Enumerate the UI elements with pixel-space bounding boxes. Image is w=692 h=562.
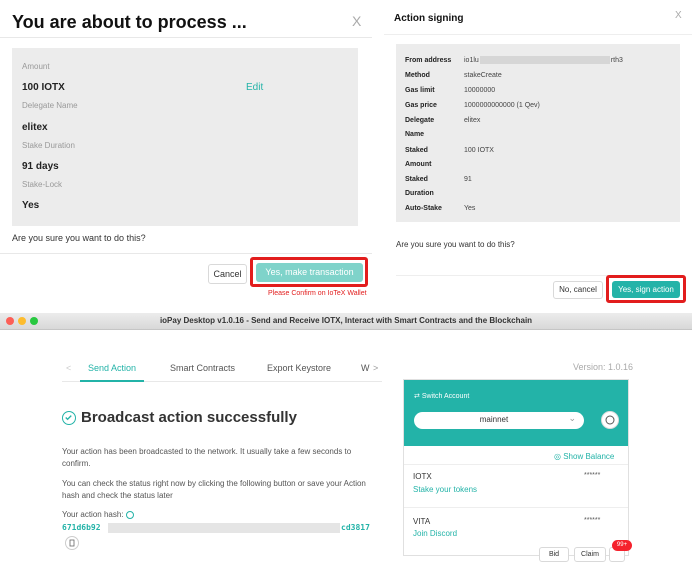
switch-account-link[interactable]: ⇄ Switch Account [414,392,469,400]
token-balance: ****** [584,517,601,524]
no-cancel-button[interactable]: No, cancel [553,281,603,299]
amount-value: 100 IOTX [22,82,65,93]
window-titlebar: ioPay Desktop v1.0.16 - Send and Receive… [0,313,692,330]
action-hash-prefix[interactable]: 671d6b92 [62,523,101,532]
duration-value: 91 days [22,161,59,172]
tab-prev-icon[interactable]: < [66,363,71,373]
delegate-value: elitex [22,122,48,133]
gas-limit-key: Gas limit [405,87,435,94]
duration-label: Stake Duration [22,141,75,150]
join-discord-link[interactable]: Join Discord [413,529,457,538]
wallet-panel: ⇄ Switch Account mainnet ⌄ ◎ Show Balanc… [403,379,629,562]
network-select[interactable]: mainnet ⌄ [414,412,584,429]
switch-account-label: Switch Account [421,393,470,400]
from-address-key: From address [405,57,452,64]
hash-check-icon [125,510,134,519]
divider [404,464,628,465]
refresh-icon[interactable] [601,411,619,429]
delegate-value: elitex [464,117,481,124]
hash-label-text: Your action hash: [62,510,124,519]
tab-next-icon[interactable]: > [373,363,378,373]
auto-stake-value: Yes [464,205,476,212]
auto-stake-key: Auto-Stake [405,205,442,212]
tab-bar: < Send Action Smart Contracts Export Key… [62,358,382,380]
claim-button[interactable]: Claim [574,547,606,562]
version-label: Version: 1.0.16 [573,362,634,372]
chevron-down-icon: ⌄ [568,413,576,423]
success-check-icon [62,411,76,425]
close-icon[interactable]: X [675,10,682,21]
method-value: stakeCreate [464,72,502,79]
staked-duration-key: Staked Duration [405,176,434,197]
divider [0,253,372,254]
sign-action-button[interactable]: Yes, sign action [612,281,680,298]
delegate-key: Delegate Name [405,117,435,138]
address-suffix: rth3 [610,57,623,64]
stake-lock-value: Yes [22,200,40,211]
broadcast-message: Your action has been broadcasted to the … [62,447,352,468]
tab-smart-contracts[interactable]: Smart Contracts [170,363,235,373]
confirm-question: Are you sure you want to do this? [396,240,515,249]
gas-limit-value: 10000000 [464,87,496,94]
confirm-question: Are you sure you want to do this? [12,233,146,243]
network-value: mainnet [479,415,509,424]
redacted-address [479,56,610,65]
switch-icon: ⇄ [414,393,422,400]
divider [404,507,628,508]
confirmation-screens: You are about to process ... X Amount 10… [0,0,692,303]
redacted-hash [108,523,340,533]
tab-export-keystore[interactable]: Export Keystore [267,363,331,373]
success-title: Broadcast action successfully [81,409,297,426]
details-panel: Amount 100 IOTX Edit Delegate Name elite… [12,48,358,226]
show-balance-label: Show Balance [563,452,615,461]
tab-send-action[interactable]: Send Action [88,363,136,373]
bid-button[interactable]: Bid [539,547,569,562]
staked-amount-key: Staked Amount [405,147,432,168]
token-balance: ****** [584,472,601,479]
staked-duration-value: 91 [464,176,472,183]
window-title: ioPay Desktop v1.0.16 - Send and Receive… [159,316,533,325]
divider [0,37,372,38]
signing-modal: Action signing X From address io1lu rth3 … [384,0,692,303]
staked-amount-value: 100 IOTX [464,147,494,154]
action-hash-suffix[interactable]: cd3817 [341,523,370,532]
make-transaction-button[interactable]: Yes, make transaction [256,263,363,282]
edit-link[interactable]: Edit [246,82,263,93]
confirm-note: Please Confirm on IoTeX Wallet [268,290,367,297]
token-name: VITA [413,517,431,526]
notification-badge: 99+ [612,540,632,551]
gas-price-key: Gas price [405,102,437,109]
token-name: IOTX [413,472,432,481]
copy-icon[interactable] [65,536,79,550]
modal-title: Action signing [394,13,464,24]
cancel-button[interactable]: Cancel [208,264,247,284]
wallet-header: ⇄ Switch Account mainnet ⌄ [404,380,628,446]
method-key: Method [405,72,430,79]
modal-title: You are about to process ... [12,12,247,32]
address-prefix: io1lu [464,57,479,64]
show-balance-link[interactable]: ◎ Show Balance [554,452,614,461]
delegate-label: Delegate Name [22,101,78,110]
divider [384,34,692,35]
stake-lock-label: Stake-Lock [22,180,63,189]
stake-tokens-link[interactable]: Stake your tokens [413,485,477,494]
tab-more[interactable]: W [361,363,370,373]
amount-label: Amount [22,62,50,71]
gas-price-value: 1000000000000 (1 Qev) [464,102,540,109]
app-content: < Send Action Smart Contracts Export Key… [0,330,692,562]
eye-icon: ◎ [554,452,564,461]
from-address-value: io1lu rth3 [464,54,623,68]
action-details: From address io1lu rth3 Method stakeCreat… [396,44,680,222]
active-tab-indicator [80,380,144,382]
status-message: You can check the status right now by cl… [62,479,366,500]
close-icon[interactable]: X [352,13,361,29]
process-modal: You are about to process ... X Amount 10… [0,0,372,300]
hash-label: Your action hash: [62,510,134,519]
